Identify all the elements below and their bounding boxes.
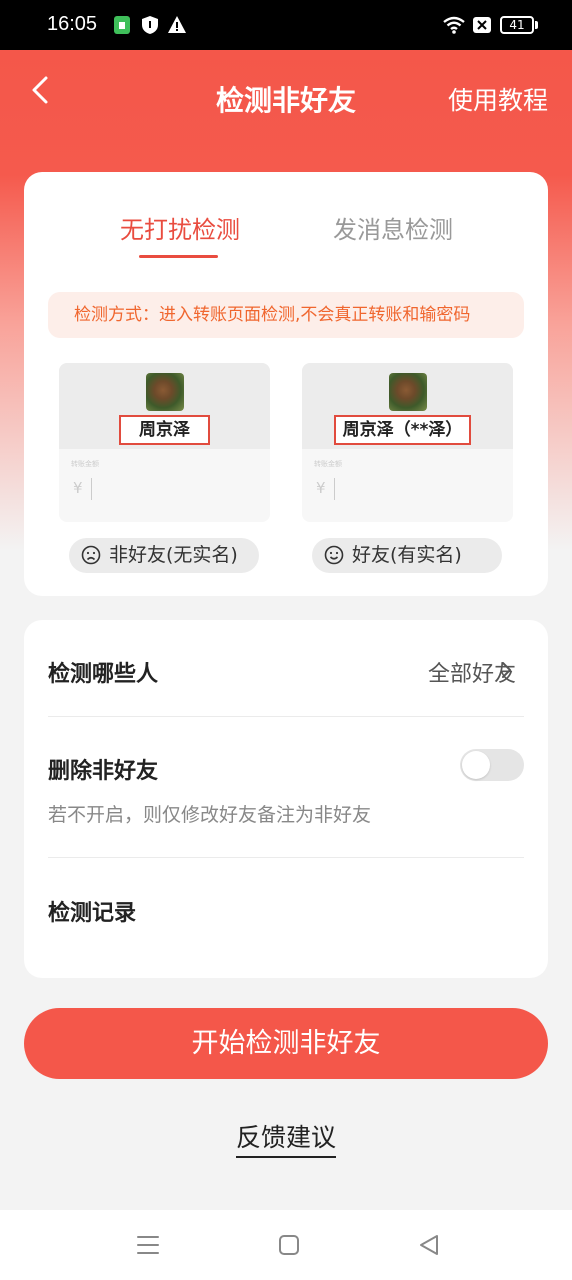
example-amount-label: 转账金额 <box>71 460 99 468</box>
example-input-caret <box>91 478 92 500</box>
start-detection-button[interactable]: 开始检测非好友 <box>24 1008 548 1079</box>
tab-silent-detection[interactable]: 无打扰检测 <box>120 210 240 245</box>
badge-label: 非好友(无实名) <box>109 544 238 566</box>
example-input-caret <box>334 478 335 500</box>
back-icon[interactable] <box>416 1232 442 1258</box>
sim-icon <box>114 16 130 34</box>
shield-icon <box>142 16 158 34</box>
divider <box>48 857 524 858</box>
example-name-box: 周京泽（**泽） <box>334 415 471 445</box>
example-amount-label: 转账金额 <box>314 460 342 468</box>
active-tab-indicator <box>139 255 218 258</box>
example-currency: ¥ <box>316 479 326 497</box>
feedback-container: 反馈建议 <box>0 1118 572 1158</box>
delete-non-friends-label: 删除非好友 <box>48 759 159 784</box>
sad-face-icon <box>81 545 101 565</box>
home-icon[interactable] <box>276 1232 302 1258</box>
target-label: 检测哪些人 <box>48 662 159 687</box>
system-navigation-bar <box>0 1210 572 1280</box>
badge-non-friend: 非好友(无实名) <box>69 538 259 573</box>
tutorial-link[interactable]: 使用教程 <box>448 81 548 117</box>
example-non-friend: 周京泽 转账金额 ¥ <box>59 363 270 522</box>
battery-level: 41 <box>509 18 525 32</box>
delete-hint: 若不开启，则仅修改好友备注为非好友 <box>48 804 372 826</box>
history-row[interactable]: 检测记录 <box>48 895 136 927</box>
status-bar: 16:05 41 <box>0 0 572 50</box>
feedback-link[interactable]: 反馈建议 <box>235 1123 336 1158</box>
toggle-knob <box>462 751 490 779</box>
chevron-right-icon[interactable] <box>500 658 514 682</box>
avatar <box>389 373 427 411</box>
avatar <box>146 373 184 411</box>
smile-face-icon <box>324 545 344 565</box>
badge-friend: 好友(有实名) <box>312 538 502 573</box>
badge-label: 好友(有实名) <box>352 544 462 566</box>
status-time: 16:05 <box>47 13 98 35</box>
menu-icon[interactable] <box>135 1232 161 1258</box>
example-friend: 周京泽（**泽） 转账金额 ¥ <box>302 363 513 522</box>
battery-tip <box>535 21 538 29</box>
tab-message-detection[interactable]: 发消息检测 <box>333 210 453 245</box>
warning-icon <box>168 16 186 33</box>
divider <box>48 716 524 717</box>
battery-icon: 41 <box>500 16 534 34</box>
detection-method-tip: 检测方式：进入转账页面检测,不会真正转账和输密码 <box>48 292 524 338</box>
no-sim-icon <box>473 17 491 33</box>
example-currency: ¥ <box>73 479 83 497</box>
wifi-icon <box>443 16 465 34</box>
example-name-box: 周京泽 <box>119 415 210 445</box>
delete-non-friends-toggle[interactable] <box>460 749 524 781</box>
